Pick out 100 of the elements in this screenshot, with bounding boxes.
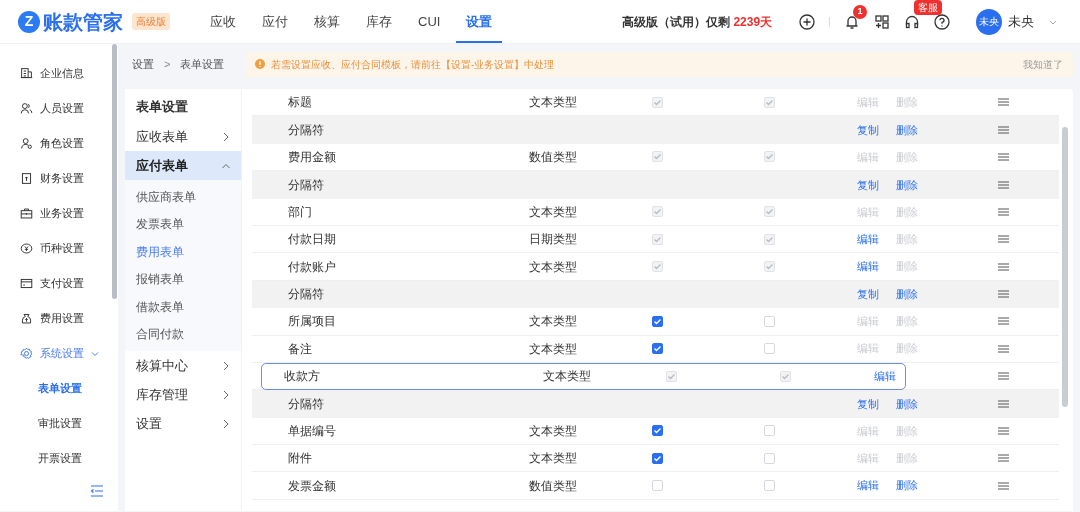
sidebar-item[interactable]: 人员设置 (0, 91, 118, 126)
coin-icon (20, 242, 33, 255)
warning-icon (255, 59, 265, 69)
table-cell-text: 费用金额 (287, 148, 337, 166)
sidebar-subitem[interactable]: 开票设置 (0, 441, 118, 476)
edit-link[interactable]: 编辑 (857, 477, 896, 494)
table-cell-text: 数值类型 (529, 477, 578, 495)
sidebar-subitem[interactable]: 审批设置 (0, 406, 118, 441)
drag-handle-icon[interactable] (998, 235, 1009, 244)
sidebar-item[interactable]: 业务设置 (0, 196, 118, 231)
table-cell-text: 文本类型 (529, 450, 578, 468)
notification-badge: 1 (853, 4, 867, 19)
add-icon[interactable] (799, 13, 815, 30)
service-badge[interactable]: 客服 (914, 0, 942, 15)
drag-handle-icon[interactable] (998, 180, 1009, 189)
breadcrumb-current: 表单设置 (180, 56, 225, 72)
table-cell-text: 文本类型 (529, 313, 578, 331)
breadcrumb-link[interactable]: 设置 (132, 55, 154, 73)
user-name[interactable]: 未央 (1008, 11, 1034, 32)
logo-mark: Z (18, 10, 40, 33)
scrollbar[interactable] (112, 44, 117, 299)
drag-handle-icon[interactable] (998, 98, 1009, 107)
form-menu-subitem[interactable]: 借款表单 (125, 293, 241, 321)
drag-handle-icon[interactable] (998, 481, 1009, 490)
edit-link[interactable]: 编辑 (874, 368, 896, 385)
table-cell-text: 文本类型 (529, 94, 578, 112)
delete-link[interactable]: 删除 (896, 176, 918, 194)
table-cell-text: 分隔符 (287, 176, 325, 194)
drag-handle-icon[interactable] (998, 262, 1009, 271)
bag-icon (20, 312, 33, 325)
nav-tab[interactable]: 设置 (456, 0, 503, 43)
checkbox[interactable] (652, 315, 663, 327)
nav-tab[interactable]: 库存 (356, 0, 402, 43)
nav-tab[interactable]: CUI (408, 0, 451, 43)
form-menu-subitem[interactable]: 供应商表单 (125, 183, 241, 211)
drag-handle-icon[interactable] (998, 290, 1009, 299)
delete-link[interactable]: 删除 (896, 286, 918, 303)
table-cell-text: 所属项目 (287, 313, 337, 331)
table-cell-text: 收款方 (283, 368, 321, 386)
drag-handle-icon[interactable] (998, 207, 1009, 216)
person-icon (20, 137, 33, 150)
sidebar-subitem[interactable]: 表单设置 (0, 371, 118, 406)
dismiss-link[interactable]: 我知道了 (1023, 56, 1063, 72)
form-menu-item[interactable]: 应付表单 (125, 151, 241, 180)
delete-link[interactable]: 删除 (896, 477, 918, 494)
delete-link[interactable]: 删除 (896, 395, 918, 413)
grid-icon[interactable] (874, 13, 890, 30)
nav-tab[interactable]: 应收 (200, 0, 246, 43)
user-avatar[interactable]: 未央 (976, 8, 1002, 35)
delete-link[interactable]: 删除 (896, 121, 918, 139)
sidebar-item[interactable]: 币种设置 (0, 231, 118, 266)
gear-icon (20, 347, 33, 360)
form-menu-item[interactable]: 应收表单 (125, 122, 241, 151)
form-menu-subitem[interactable]: 合同付款 (125, 320, 241, 348)
form-menu-item[interactable]: 核算中心 (125, 351, 241, 380)
checkbox[interactable] (652, 425, 663, 437)
scrollbar[interactable] (1062, 127, 1068, 407)
dragged-row[interactable]: 收款方 文本类型 编辑 (261, 362, 906, 390)
headset-icon[interactable] (904, 13, 920, 30)
form-menu-item[interactable]: 设置 (125, 409, 241, 438)
form-menu-subitem[interactable]: 报销表单 (125, 265, 241, 293)
chevron-right-icon (221, 360, 231, 371)
bell-icon[interactable] (844, 13, 860, 30)
form-menu-subitem[interactable]: 费用表单 (125, 238, 241, 266)
notice-text: 若需设置应收、应付合同模板，请前往【设置-业务设置】中处理 (271, 57, 555, 72)
checkbox[interactable] (652, 452, 663, 464)
drag-handle-icon[interactable] (998, 400, 1009, 408)
building-icon (20, 67, 33, 80)
edit-link[interactable]: 编辑 (857, 258, 896, 275)
sidebar-item[interactable]: 费用设置 (0, 301, 118, 336)
sidebar-item[interactable]: 企业信息 (0, 56, 118, 91)
sidebar-item[interactable]: 支付设置 (0, 266, 118, 301)
sidebar-item[interactable]: 角色设置 (0, 126, 118, 161)
drag-handle-icon[interactable] (998, 317, 1009, 326)
help-icon[interactable] (934, 13, 950, 30)
copy-link[interactable]: 复制 (857, 286, 896, 303)
table-cell-text: 文本类型 (529, 422, 578, 440)
drag-handle-icon[interactable] (998, 426, 1009, 435)
form-menu-item[interactable]: 库存管理 (125, 380, 241, 409)
nav-tab[interactable]: 核算 (304, 0, 350, 43)
copy-link[interactable]: 复制 (857, 176, 896, 194)
drag-handle-icon[interactable] (998, 126, 1009, 135)
chevron-right-icon (221, 131, 231, 142)
nav-tab[interactable]: 应付 (252, 0, 298, 43)
drag-handle-icon[interactable] (998, 152, 1009, 161)
copy-link[interactable]: 复制 (857, 395, 896, 413)
sidebar-item[interactable]: 系统设置 (0, 336, 118, 371)
drag-handle-icon[interactable] (998, 372, 1009, 381)
collapse-menu-icon[interactable] (90, 485, 104, 497)
sidebar-item[interactable]: 财务设置 (0, 161, 118, 196)
edit-link[interactable]: 编辑 (857, 230, 896, 248)
checkbox[interactable] (652, 343, 663, 355)
chevron-right-icon (221, 389, 231, 400)
drag-handle-icon[interactable] (998, 344, 1009, 353)
copy-link[interactable]: 复制 (857, 121, 896, 139)
edition-badge: 高级版 (132, 13, 170, 30)
form-menu-subitem[interactable]: 发票表单 (125, 210, 241, 238)
trial-text: 高级版（试用）仅剩 (622, 14, 731, 29)
table-cell-text: 附件 (287, 450, 313, 468)
drag-handle-icon[interactable] (998, 454, 1009, 463)
